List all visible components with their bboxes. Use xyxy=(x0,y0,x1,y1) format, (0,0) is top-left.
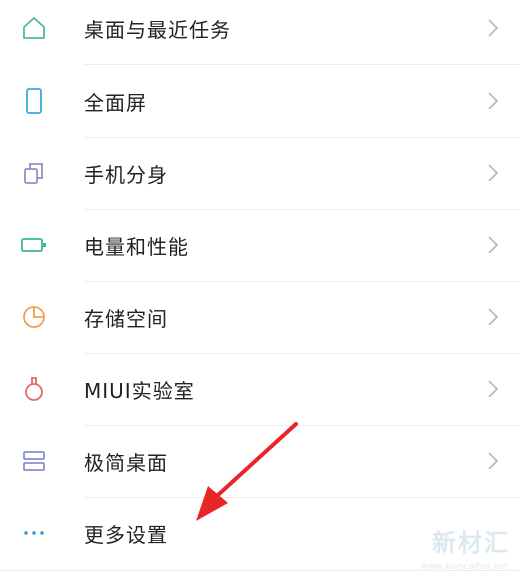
settings-item-full-screen[interactable]: 全面屏 xyxy=(0,65,520,137)
chevron-right-icon xyxy=(486,90,500,112)
settings-item-label: MIUI实验室 xyxy=(84,378,195,403)
watermark-text: 新材汇 xyxy=(432,529,510,557)
home-icon xyxy=(20,14,48,42)
storage-pie-icon xyxy=(20,303,48,331)
simple-desktop-icon xyxy=(20,447,48,475)
settings-item-desktop-recents[interactable]: 桌面与最近任务 xyxy=(0,0,520,64)
phone-screen-icon xyxy=(20,87,48,115)
settings-item-label: 桌面与最近任务 xyxy=(84,17,231,42)
settings-screen: 桌面与最近任务 全面屏 手机分身 电量和性能 存储空间 MIUI实验室 极简桌面… xyxy=(0,0,520,582)
clone-icon xyxy=(20,159,48,187)
flask-icon xyxy=(20,375,48,403)
settings-item-label: 电量和性能 xyxy=(84,234,189,259)
settings-item-dual-apps[interactable]: 手机分身 xyxy=(0,137,520,209)
settings-item-storage[interactable]: 存储空间 xyxy=(0,281,520,353)
settings-item-label: 全面屏 xyxy=(84,90,147,115)
chevron-right-icon xyxy=(486,17,500,39)
settings-item-battery-performance[interactable]: 电量和性能 xyxy=(0,209,520,281)
more-dots-icon xyxy=(20,519,48,547)
settings-item-label: 更多设置 xyxy=(84,522,168,547)
settings-item-simple-desktop[interactable]: 极简桌面 xyxy=(0,425,520,497)
chevron-right-icon xyxy=(486,234,500,256)
chevron-right-icon xyxy=(486,450,500,472)
battery-icon xyxy=(20,231,48,259)
watermark-url: www.xiancaihui.net xyxy=(420,562,508,572)
settings-item-miui-lab[interactable]: MIUI实验室 xyxy=(0,353,520,425)
chevron-right-icon xyxy=(486,162,500,184)
settings-item-label: 手机分身 xyxy=(84,162,168,187)
settings-item-label: 存储空间 xyxy=(84,306,168,331)
watermark-logo: 新材汇 www.xiancaihui.net xyxy=(366,522,516,576)
chevron-right-icon xyxy=(486,306,500,328)
settings-item-label: 极简桌面 xyxy=(84,450,168,475)
chevron-right-icon xyxy=(486,378,500,400)
